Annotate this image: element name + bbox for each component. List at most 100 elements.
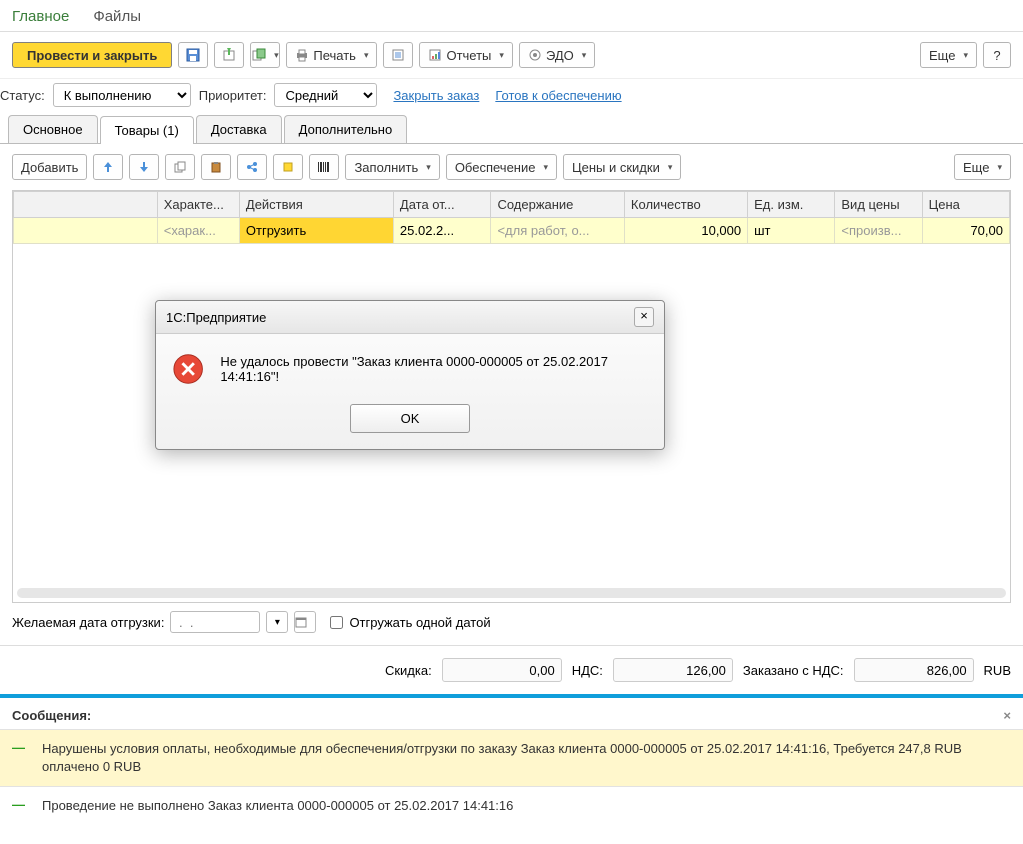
more-label: Еще: [929, 48, 955, 63]
ordered-vat-value[interactable]: [854, 658, 974, 682]
help-button[interactable]: ?: [983, 42, 1011, 68]
message-row[interactable]: — Проведение не выполнено Заказ клиента …: [0, 786, 1023, 825]
copy-mode-icon: [252, 48, 266, 62]
prices-button[interactable]: Цены и скидки ▾: [563, 154, 681, 180]
col-content[interactable]: Содержание: [491, 192, 624, 218]
barcode-icon: [317, 161, 331, 173]
caret-icon: ▾: [364, 50, 369, 61]
cell-unit[interactable]: шт: [748, 218, 835, 244]
caret-icon: ▾: [582, 50, 587, 61]
supply-button[interactable]: Обеспечение ▾: [446, 154, 557, 180]
close-icon: ×: [640, 308, 648, 323]
col-price[interactable]: Цена: [922, 192, 1009, 218]
tab-goods[interactable]: Товары (1): [100, 116, 194, 144]
messages-close-icon[interactable]: ×: [1003, 708, 1011, 723]
date-calendar-button[interactable]: [294, 611, 316, 633]
tab-basic[interactable]: Основное: [8, 115, 98, 143]
ready-supply-link[interactable]: Готов к обеспечению: [495, 88, 621, 103]
edo-button[interactable]: ЭДО ▾: [519, 42, 595, 68]
reports-label: Отчеты: [446, 48, 491, 63]
fill-label: Заполнить: [354, 160, 418, 175]
note-button[interactable]: [273, 154, 303, 180]
fill-button[interactable]: Заполнить ▾: [345, 154, 439, 180]
col-characteristic[interactable]: Характе...: [157, 192, 239, 218]
close-order-link[interactable]: Закрыть заказ: [393, 88, 479, 103]
move-up-button[interactable]: [93, 154, 123, 180]
error-icon: [172, 352, 204, 386]
cell-ship-date[interactable]: 25.02.2...: [393, 218, 491, 244]
more2-label: Еще: [963, 160, 989, 175]
printer-icon: [295, 48, 309, 62]
reports-button[interactable]: Отчеты ▾: [419, 42, 512, 68]
col-actions[interactable]: Действия: [239, 192, 393, 218]
top-tab-main[interactable]: Главное: [12, 8, 69, 25]
cell-characteristic[interactable]: <харак...: [157, 218, 239, 244]
dialog-text: Не удалось провести "Заказ клиента 0000-…: [220, 354, 648, 384]
move-down-button[interactable]: [129, 154, 159, 180]
ship-date-input[interactable]: [170, 611, 260, 633]
horizontal-scrollbar[interactable]: [17, 588, 1006, 598]
message-text: Нарушены условия оплаты, необходимые для…: [42, 740, 1011, 776]
col-blank[interactable]: [14, 192, 158, 218]
col-unit[interactable]: Ед. изм.: [748, 192, 835, 218]
dialog-close-button[interactable]: ×: [634, 307, 654, 327]
copy-button[interactable]: [165, 154, 195, 180]
edo-label: ЭДО: [546, 48, 574, 63]
message-text: Проведение не выполнено Заказ клиента 00…: [42, 797, 1011, 815]
tab-extra[interactable]: Дополнительно: [284, 115, 408, 143]
col-price-type[interactable]: Вид цены: [835, 192, 922, 218]
share-button[interactable]: [237, 154, 267, 180]
discount-value[interactable]: [442, 658, 562, 682]
add-button[interactable]: Добавить: [12, 154, 87, 180]
priority-label: Приоритет:: [199, 88, 267, 103]
cell-quantity[interactable]: 10,000: [624, 218, 747, 244]
arrow-up-icon: [102, 161, 114, 173]
paste-button[interactable]: [201, 154, 231, 180]
dash-icon: —: [12, 797, 30, 815]
cell-price[interactable]: 70,00: [922, 218, 1009, 244]
paste-icon: [210, 161, 222, 173]
top-tab-files[interactable]: Файлы: [93, 8, 141, 25]
status-label: Статус:: [0, 88, 45, 103]
post-button[interactable]: [214, 42, 244, 68]
dialog-ok-button[interactable]: OK: [350, 404, 470, 433]
list-icon: [391, 48, 405, 62]
message-row[interactable]: — Нарушены условия оплаты, необходимые д…: [0, 729, 1023, 786]
col-quantity[interactable]: Количество: [624, 192, 747, 218]
cell-price-type[interactable]: <произв...: [835, 218, 922, 244]
tab-delivery[interactable]: Доставка: [196, 115, 282, 143]
table-row[interactable]: <харак... Отгрузить 25.02.2... <для рабо…: [14, 218, 1010, 244]
vat-label: НДС:: [572, 663, 603, 678]
error-dialog: 1С:Предприятие × Не удалось провести "За…: [155, 300, 665, 450]
messages-header: Сообщения:: [12, 708, 91, 723]
save-icon: [186, 48, 200, 62]
copy-mode-button[interactable]: ▾: [250, 42, 280, 68]
list-button[interactable]: [383, 42, 413, 68]
dash-icon: —: [12, 740, 30, 776]
date-dropdown-button[interactable]: ▾: [266, 611, 288, 633]
status-select[interactable]: К выполнению: [53, 83, 191, 107]
vat-value[interactable]: [613, 658, 733, 682]
post-icon: [222, 48, 236, 62]
barcode-button[interactable]: [309, 154, 339, 180]
cell-actions[interactable]: Отгрузить: [239, 218, 393, 244]
col-ship-date[interactable]: Дата от...: [393, 192, 491, 218]
post-close-button[interactable]: Провести и закрыть: [12, 42, 172, 68]
caret-icon: ▾: [426, 162, 431, 173]
priority-select[interactable]: Средний: [274, 83, 377, 107]
more-button-2[interactable]: Еще ▾: [954, 154, 1011, 180]
ordered-vat-label: Заказано с НДС:: [743, 663, 844, 678]
more-button[interactable]: Еще ▾: [920, 42, 977, 68]
table-header-row: Характе... Действия Дата от... Содержани…: [14, 192, 1010, 218]
calendar-icon: [295, 616, 307, 628]
print-button[interactable]: Печать ▾: [286, 42, 377, 68]
single-date-label: Отгружать одной датой: [349, 615, 490, 630]
arrow-down-icon: [138, 161, 150, 173]
copy-icon: [174, 161, 186, 173]
caret-icon: ▾: [274, 50, 279, 61]
save-button[interactable]: [178, 42, 208, 68]
ship-date-label: Желаемая дата отгрузки:: [12, 615, 164, 630]
cell-content[interactable]: <для работ, о...: [491, 218, 624, 244]
share-icon: [246, 161, 258, 173]
single-date-checkbox[interactable]: [330, 616, 343, 629]
